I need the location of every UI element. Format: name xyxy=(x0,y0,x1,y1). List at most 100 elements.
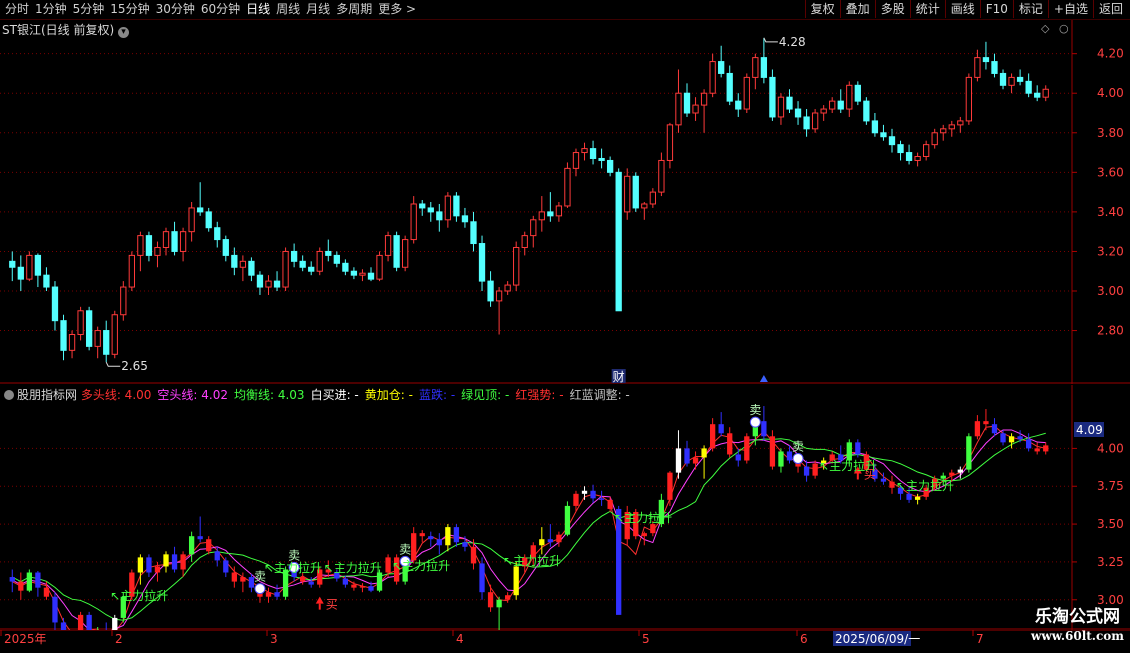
candle[interactable] xyxy=(991,61,998,74)
ind-candle[interactable] xyxy=(598,498,605,500)
ind-candle[interactable] xyxy=(9,577,15,582)
candle[interactable] xyxy=(718,61,725,74)
candle[interactable] xyxy=(854,84,861,102)
price-candles-svg[interactable]: 4.20 4.00 3.80 3.60 3.40 3.20 3.00 2.80 ◇ ○ 4.28 2.… xyxy=(0,20,1130,384)
candle[interactable] xyxy=(530,219,537,237)
candle[interactable] xyxy=(478,243,486,282)
period-tab-3[interactable]: 15分钟 xyxy=(107,1,152,18)
candle[interactable] xyxy=(709,61,716,94)
candle[interactable] xyxy=(103,330,110,355)
candle[interactable] xyxy=(829,100,836,110)
candle[interactable] xyxy=(572,152,580,169)
ind-candle[interactable] xyxy=(86,614,92,643)
candle[interactable] xyxy=(137,235,144,256)
candle[interactable] xyxy=(1016,76,1024,82)
candle[interactable] xyxy=(444,195,452,221)
ind-candle[interactable] xyxy=(641,533,647,537)
main-price-chart[interactable]: 4.20 4.00 3.80 3.60 3.40 3.20 3.00 2.80 ◇ ○ 4.28 2.… xyxy=(0,20,1130,384)
ind-candle[interactable] xyxy=(778,451,784,467)
toolbar-button-0[interactable]: 复权 xyxy=(804,0,840,18)
candle[interactable] xyxy=(367,272,375,280)
candle[interactable] xyxy=(68,334,76,351)
toolbar-button-7[interactable]: +自选 xyxy=(1047,0,1093,18)
ind-candle[interactable] xyxy=(709,424,716,449)
ind-candle[interactable] xyxy=(513,566,519,596)
ind-candle[interactable] xyxy=(504,595,511,600)
ind-candle[interactable] xyxy=(991,424,998,434)
candle[interactable] xyxy=(487,280,494,302)
ind-candle[interactable] xyxy=(308,581,314,585)
ind-candle[interactable] xyxy=(573,493,579,506)
ind-candle[interactable] xyxy=(411,533,417,561)
candle[interactable] xyxy=(350,270,358,276)
ind-candle[interactable] xyxy=(214,551,220,561)
indicator-svg[interactable]: 4.003.753.503.253.004.09买买买买卖卖卖卖卖↖主力拉升↖主… xyxy=(0,385,1130,653)
ind-candle[interactable] xyxy=(197,536,203,540)
ind-candle[interactable] xyxy=(906,493,912,500)
ind-candle[interactable] xyxy=(274,592,280,597)
candle[interactable] xyxy=(948,124,955,130)
candle[interactable] xyxy=(632,175,639,209)
candle[interactable] xyxy=(154,246,161,256)
toolbar-button-5[interactable]: F10 xyxy=(979,0,1013,18)
candle[interactable] xyxy=(547,211,554,217)
candle[interactable] xyxy=(145,235,153,256)
candle[interactable] xyxy=(615,171,622,312)
ind-candle[interactable] xyxy=(1008,436,1015,443)
candle[interactable] xyxy=(342,262,349,272)
period-tab-4[interactable]: 30分钟 xyxy=(153,1,198,18)
ind-candle[interactable] xyxy=(146,557,152,573)
candle[interactable] xyxy=(905,152,913,161)
ind-candle[interactable] xyxy=(487,592,494,608)
candle[interactable] xyxy=(1042,88,1049,98)
ind-candle[interactable] xyxy=(957,469,963,473)
ind-candle[interactable] xyxy=(26,572,33,591)
candle[interactable] xyxy=(752,57,759,78)
ind-candle[interactable] xyxy=(735,454,741,461)
period-tab-0[interactable]: 分时 xyxy=(2,1,32,18)
ind-candle[interactable] xyxy=(154,566,161,573)
ind-candle[interactable] xyxy=(812,463,818,476)
ind-candle[interactable] xyxy=(675,448,682,473)
ind-candle[interactable] xyxy=(846,442,852,461)
ind-candle[interactable] xyxy=(769,436,776,467)
ind-candle[interactable] xyxy=(564,505,571,535)
ind-candle[interactable] xyxy=(1025,439,1032,449)
ind-candle[interactable] xyxy=(470,546,477,564)
ind-candle[interactable] xyxy=(803,466,810,476)
candle[interactable] xyxy=(214,227,221,241)
candle[interactable] xyxy=(171,231,178,252)
candle[interactable] xyxy=(811,112,819,130)
candle[interactable] xyxy=(51,286,59,322)
ind-candle[interactable] xyxy=(419,533,425,537)
candle[interactable] xyxy=(555,205,563,217)
ind-candle[interactable] xyxy=(607,499,613,509)
candle[interactable] xyxy=(197,207,204,213)
ind-candle[interactable] xyxy=(77,614,84,634)
candle[interactable] xyxy=(564,167,571,207)
ind-candle[interactable] xyxy=(206,539,212,552)
candle[interactable] xyxy=(290,250,298,262)
candle[interactable] xyxy=(256,274,264,288)
candle[interactable] xyxy=(248,260,255,276)
toolbar-button-3[interactable]: 统计 xyxy=(909,0,945,18)
candle[interactable] xyxy=(521,235,528,248)
ind-candle[interactable] xyxy=(342,578,349,585)
candle[interactable] xyxy=(692,104,699,114)
ind-candle[interactable] xyxy=(376,572,383,591)
ind-candle[interactable] xyxy=(590,490,596,499)
candle[interactable] xyxy=(786,96,793,110)
candle[interactable] xyxy=(239,260,247,268)
period-tab-10[interactable]: 更多 > xyxy=(375,1,419,18)
candle[interactable] xyxy=(316,250,323,272)
period-tab-1[interactable]: 1分钟 xyxy=(32,1,70,18)
candle[interactable] xyxy=(34,254,42,276)
ind-candle[interactable] xyxy=(368,586,374,591)
ind-candle[interactable] xyxy=(1043,445,1049,452)
ind-candle[interactable] xyxy=(684,448,690,464)
candle[interactable] xyxy=(43,274,50,288)
ind-candle[interactable] xyxy=(445,527,451,546)
candle[interactable] xyxy=(880,132,887,138)
candle[interactable] xyxy=(1025,80,1032,94)
ind-candle[interactable] xyxy=(231,572,237,582)
